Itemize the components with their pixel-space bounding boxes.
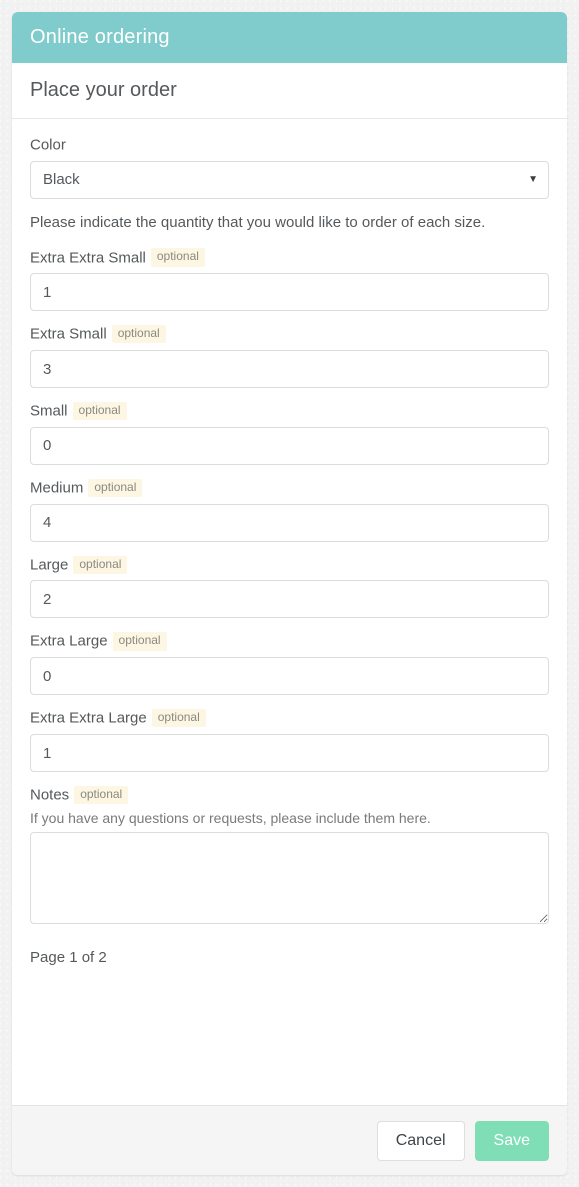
field-extra-small: Extra Small optional [30, 324, 549, 389]
form-body: Color ▼ Please indicate the quantity tha… [12, 119, 567, 1105]
field-label-medium: Medium optional [30, 478, 549, 498]
optional-badge: optional [151, 709, 206, 728]
window-header: Online ordering [12, 12, 567, 63]
field-label-extra-extra-small: Extra Extra Small optional [30, 248, 549, 268]
field-large: Large optional [30, 555, 549, 619]
optional-badge: optional [150, 248, 205, 267]
quantity-input-large[interactable] [30, 580, 549, 619]
page-indicator: Page 1 of 2 [30, 948, 107, 966]
cancel-button[interactable]: Cancel [376, 1120, 465, 1161]
quantity-input-extra-small[interactable] [30, 350, 549, 389]
label-text-medium: Medium [30, 479, 84, 497]
form-footer: Cancel Save [12, 1105, 567, 1175]
quantity-input-extra-large[interactable] [30, 657, 549, 696]
label-text-extra-extra-large: Extra Extra Large [30, 709, 147, 727]
quantity-input-extra-extra-small[interactable] [30, 273, 549, 312]
field-label-small: Small optional [30, 401, 549, 421]
label-text-extra-large: Extra Large [30, 632, 108, 650]
color-select[interactable] [30, 160, 549, 199]
order-form-card: Online ordering Place your order Color ▼… [12, 12, 567, 1175]
field-label-large: Large optional [30, 555, 549, 575]
field-medium: Medium optional [30, 478, 549, 542]
page-title-section: Place your order [12, 63, 567, 119]
field-extra-extra-large: Extra Extra Large optional [30, 708, 549, 772]
color-select-wrapper: ▼ [30, 160, 549, 199]
quantity-input-extra-extra-large[interactable] [30, 734, 549, 772]
optional-badge: optional [74, 785, 129, 805]
notes-help-text: If you have any questions or requests, p… [30, 809, 431, 826]
label-text-extra-small: Extra Small [30, 325, 107, 343]
notes-textarea[interactable] [30, 831, 549, 924]
optional-badge: optional [88, 478, 143, 497]
field-extra-extra-small: Extra Extra Small optional [30, 248, 549, 312]
label-text-color: Color [30, 136, 66, 154]
label-text-small: Small [30, 402, 68, 420]
quantity-input-small[interactable] [30, 426, 549, 465]
quantity-instruction: Please indicate the quantity that you wo… [30, 213, 486, 231]
label-text-large: Large [30, 555, 69, 573]
optional-badge: optional [72, 402, 127, 421]
window-title: Online ordering [30, 26, 170, 48]
field-label-extra-small: Extra Small optional [30, 324, 549, 344]
field-label-notes: Notes optional [30, 785, 549, 805]
page-title: Place your order [30, 79, 177, 101]
field-label-extra-large: Extra Large optional [30, 631, 549, 651]
optional-badge: optional [111, 325, 166, 344]
quantity-input-medium[interactable] [30, 503, 549, 542]
field-color: Color ▼ [30, 135, 549, 199]
field-small: Small optional [30, 401, 549, 465]
field-notes: Notes optional If you have any questions … [30, 785, 549, 924]
field-extra-large: Extra Large optional [30, 631, 549, 696]
field-label-color: Color [30, 135, 549, 155]
optional-badge: optional [73, 555, 128, 574]
label-text-extra-extra-small: Extra Extra Small [30, 248, 146, 266]
save-button[interactable]: Save [474, 1120, 549, 1161]
optional-badge: optional [112, 632, 167, 651]
label-text-notes: Notes [30, 786, 70, 804]
field-label-extra-extra-large: Extra Extra Large optional [30, 708, 549, 728]
